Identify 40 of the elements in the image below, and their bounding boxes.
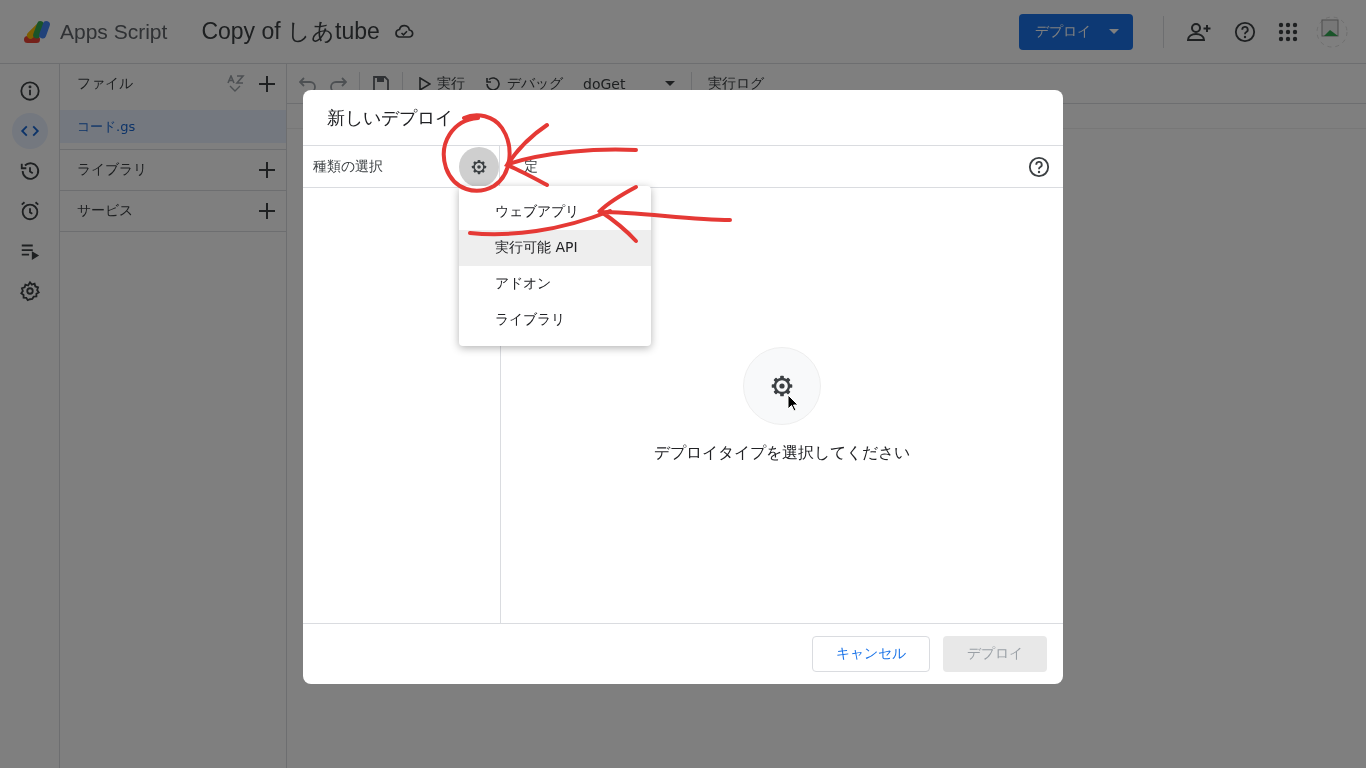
undo-icon[interactable] [299, 76, 317, 91]
deploy-button[interactable]: デプロイ [1019, 13, 1133, 50]
section-heading: ライブラリ [77, 161, 147, 179]
run-button[interactable]: 実行 [415, 74, 469, 93]
section-heading: サービス [77, 202, 133, 220]
files-heading: ファイル [77, 75, 133, 93]
type-label: 種類の選択 [313, 157, 383, 176]
settings-icon [769, 373, 795, 399]
menu-item[interactable]: ライブラリ [459, 302, 651, 338]
apps-grid-icon[interactable] [1278, 21, 1298, 42]
help-icon[interactable] [1234, 20, 1256, 43]
add-icon[interactable] [258, 161, 276, 179]
project-title[interactable]: Copy of しあtube [201, 16, 380, 47]
menu-item[interactable]: 実行可能 API [459, 230, 651, 266]
caret-icon [1109, 28, 1119, 35]
add-icon[interactable] [258, 202, 276, 220]
empty-message: デプロイタイプを選択してください [654, 443, 910, 464]
menu-item[interactable]: ウェブアプリ [459, 194, 651, 230]
menu-item[interactable]: アドオン [459, 266, 651, 302]
cursor-icon [787, 394, 799, 412]
add-icon[interactable] [258, 75, 276, 93]
cancel-button[interactable]: キャンセル [812, 636, 930, 672]
function-dropdown[interactable]: doGet [579, 75, 680, 92]
caret-icon [665, 80, 676, 87]
file-item[interactable]: コード.gs [60, 110, 286, 143]
settings-icon [470, 157, 488, 176]
restart-icon [485, 75, 501, 92]
select-type-button[interactable] [459, 146, 499, 187]
dialog-title: 新しいデプロイ [326, 105, 454, 130]
execution-log-button[interactable]: 実行ログ [704, 74, 769, 93]
avatar-icon[interactable] [1316, 15, 1348, 48]
redo-icon[interactable] [329, 76, 347, 91]
code-nav-icon[interactable] [11, 113, 48, 149]
settings-label: 定 [524, 157, 538, 176]
play-icon [419, 76, 431, 91]
help-icon[interactable] [1028, 155, 1050, 178]
debug-button[interactable]: デバッグ [481, 74, 567, 93]
add-person-icon[interactable] [1186, 20, 1212, 43]
cloud-icon [393, 23, 414, 40]
app-name: Apps Script [60, 19, 168, 44]
